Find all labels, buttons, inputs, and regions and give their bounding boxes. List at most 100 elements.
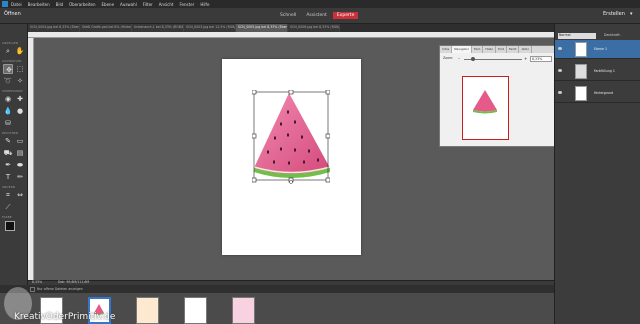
open-button[interactable]: Öffnen	[4, 11, 21, 17]
doc-tab[interactable]: Unbenannt-1 bei 8,33% (RGB/8)	[132, 24, 184, 32]
navigator-thumbnail-image	[473, 90, 497, 114]
spot-healing-icon[interactable]: ✚	[15, 94, 25, 104]
foreground-color-swatch[interactable]	[5, 221, 15, 231]
transform-handle-t[interactable]	[288, 90, 294, 95]
tab-actions[interactable]: Aktio	[519, 46, 533, 53]
tab-swatches[interactable]: Farbf	[507, 46, 520, 53]
toolbox: ANZEIGEN ⌕ ✋ AUSWÄHLEN ✥ ⬚ ➰ ✧ VERBESSER…	[0, 24, 28, 295]
marquee-tool-icon[interactable]: ⬚	[15, 64, 25, 74]
pencil-tool-icon[interactable]: ✏	[15, 172, 25, 182]
zoom-tool-icon[interactable]: ⌕	[3, 46, 13, 56]
visibility-eye-icon[interactable]	[558, 69, 562, 72]
tab-color[interactable]: Farb	[472, 46, 484, 53]
menu-select[interactable]: Auswahl	[120, 2, 137, 7]
document-tabs: SCN_0004.jpg bei 8,33% (Ebene 1, RGB/8) …	[28, 24, 554, 32]
visibility-eye-icon[interactable]	[558, 91, 562, 94]
doc-tab[interactable]: SCN_0003.jpg bei 12,5% (RGB/8)	[184, 24, 236, 32]
eyedropper-icon[interactable]: ✒	[3, 160, 13, 170]
straighten-tool-icon[interactable]: ⟋	[3, 202, 13, 212]
transform-handle-tl[interactable]	[252, 90, 257, 95]
toolbox-section-draw: ZEICHNEN	[2, 131, 19, 135]
recompose-tool-icon[interactable]: ⇔	[15, 190, 25, 200]
toolbox-section-select: AUSWÄHLEN	[2, 59, 22, 63]
layer-thumbnail	[575, 64, 587, 79]
show-open-files-label: Nur offene Dateien anzeigen	[37, 287, 83, 291]
tab-navigator[interactable]: Navigator	[452, 46, 472, 53]
doc-tab[interactable]: SCN_0006.jpg bei 8,33% (RGB/8)	[288, 24, 340, 32]
chevron-down-icon[interactable]: ▾	[630, 11, 633, 17]
tab-info[interactable]: Infos	[440, 46, 453, 53]
magic-wand-icon[interactable]: ✧	[15, 76, 25, 86]
layer-row[interactable]: Hintergrund	[555, 84, 640, 103]
menu-help[interactable]: Hilfe	[200, 2, 209, 7]
paint-bucket-icon[interactable]: ⛟	[3, 148, 13, 158]
doc-tab[interactable]: Gießl Grafik.psd bei 8% (Hintergrund, RG…	[80, 24, 132, 32]
transform-handle-r[interactable]	[325, 133, 330, 139]
eraser-tool-icon[interactable]: ▭	[15, 136, 25, 146]
menu-filter[interactable]: Filter	[143, 2, 153, 7]
toolbox-section-enhance: VERBESSERN	[2, 89, 23, 93]
toolbox-section-color: FARBE	[2, 215, 12, 219]
ruler-horizontal	[28, 32, 554, 38]
panel-tabs: Infos Navigator Farb Histo Prot Farbf Ak…	[440, 46, 556, 53]
hand-tool-icon[interactable]: ✋	[15, 46, 25, 56]
transform-handle-bl[interactable]	[252, 177, 257, 183]
visibility-eye-icon[interactable]	[558, 47, 562, 50]
menu-edit[interactable]: Bearbeiten	[28, 2, 50, 7]
photo-bin-header: Nur offene Dateien anzeigen	[0, 285, 554, 293]
tab-histogram[interactable]: Histo	[483, 46, 497, 53]
zoom-slider-knob[interactable]	[470, 57, 475, 61]
crop-tool-icon[interactable]: ⌗	[3, 190, 13, 200]
layer-row[interactable]: Ebene 1	[555, 40, 640, 59]
doc-tab[interactable]: SCN_0004.jpg bei 8,33% (Ebene 1, RGB/8)	[28, 24, 80, 32]
move-tool-icon[interactable]: ✥	[3, 64, 13, 74]
show-open-files-checkbox[interactable]	[30, 286, 35, 292]
lasso-tool-icon[interactable]: ➰	[3, 76, 13, 86]
layer-name: Ebene 1	[594, 47, 608, 51]
brush-tool-icon[interactable]: ✎	[3, 136, 13, 146]
blend-mode-select[interactable]: Normal	[558, 33, 596, 39]
stamp-tool-icon[interactable]: ⛁	[3, 118, 13, 128]
navigator-preview[interactable]	[462, 76, 509, 140]
menu-window[interactable]: Fenster	[179, 2, 194, 7]
layer-thumbnail	[575, 86, 587, 101]
gradient-tool-icon[interactable]: ▤	[15, 148, 25, 158]
eye-tool-icon[interactable]: ◉	[3, 94, 13, 104]
mode-quick[interactable]: Schnell	[276, 12, 300, 19]
shape-tool-icon[interactable]: ⬬	[15, 160, 25, 170]
doc-tab-active[interactable]: SCN_0005.jpg bei 8,33% (Ebene 1, RGB/8)	[236, 24, 288, 32]
menu-enhance[interactable]: Überarbeiten	[69, 2, 95, 7]
transform-bounding-box[interactable]	[252, 90, 330, 184]
toolbox-section-view: ANZEIGEN	[2, 41, 19, 45]
tab-history[interactable]: Prot	[496, 46, 507, 53]
text-tool-icon[interactable]: T	[3, 172, 13, 182]
transform-handle-l[interactable]	[252, 133, 257, 139]
navigator-panel: Infos Navigator Farb Histo Prot Farbf Ak…	[439, 45, 557, 147]
opacity-label: Deckkraft:	[604, 33, 621, 37]
status-zoom: 8,33%	[32, 280, 43, 284]
zoom-in-icon[interactable]: +	[524, 56, 527, 61]
mode-expert[interactable]: Experte	[332, 12, 359, 19]
bin-thumbnail[interactable]	[136, 297, 159, 324]
create-button[interactable]: Erstellen	[603, 11, 625, 17]
mode-switcher: Schnell Assistent Experte	[276, 12, 360, 19]
transform-handle-br[interactable]	[325, 177, 330, 183]
menu-file[interactable]: Datei	[11, 2, 22, 7]
ruler-vertical	[28, 38, 34, 282]
blur-tool-icon[interactable]: 💧	[3, 106, 13, 116]
bin-thumbnail[interactable]	[232, 297, 255, 324]
rotate-handle-icon[interactable]	[289, 180, 293, 184]
menu-layer[interactable]: Ebene	[102, 2, 115, 7]
app-logo-icon	[2, 1, 8, 7]
zoom-value-field[interactable]: 8,33%	[530, 56, 552, 62]
layer-row[interactable]: Farbfüllung 1	[555, 62, 640, 81]
toolbox-section-modify: ÄNDERN	[2, 185, 16, 189]
menu-image[interactable]: Bild	[56, 2, 64, 7]
bin-thumbnail[interactable]	[184, 297, 207, 324]
transform-handle-tr[interactable]	[325, 90, 330, 95]
layer-thumbnail	[575, 42, 587, 57]
menu-view[interactable]: Ansicht	[159, 2, 174, 7]
sponge-tool-icon[interactable]: ●	[15, 106, 25, 116]
mode-guided[interactable]: Assistent	[302, 12, 331, 19]
zoom-out-icon[interactable]: –	[458, 56, 460, 61]
